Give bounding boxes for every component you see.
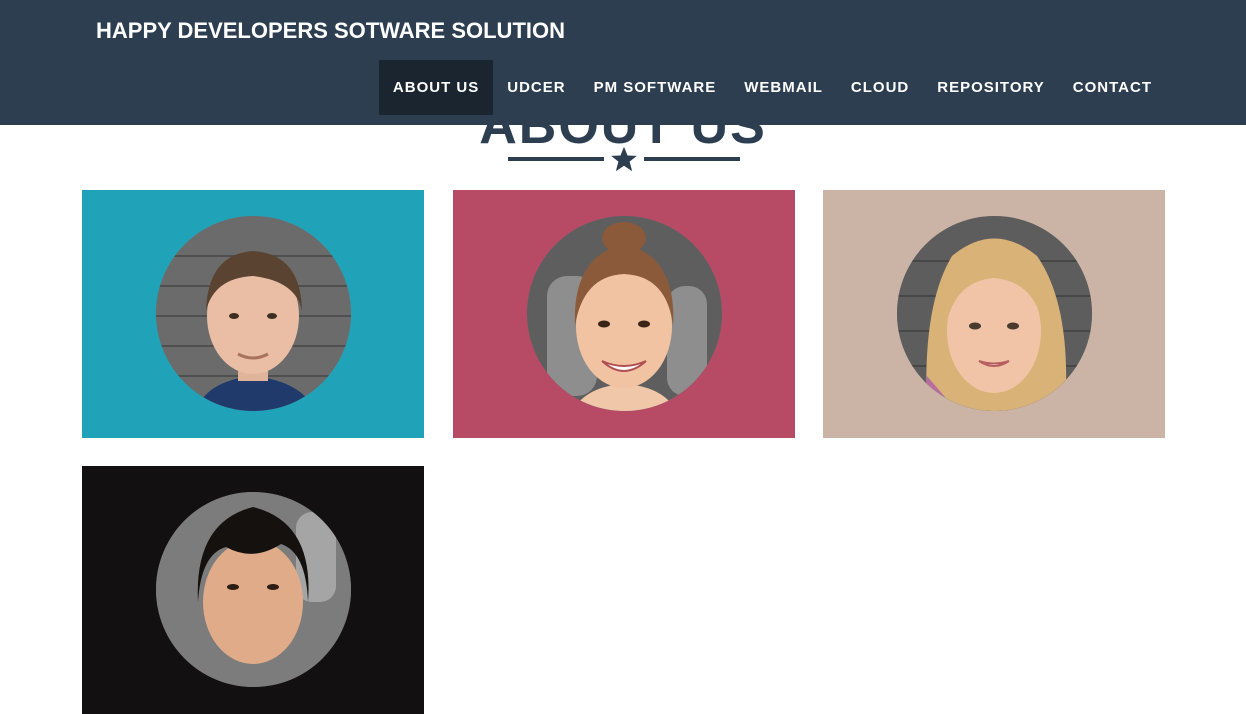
team-member-photo (897, 216, 1092, 411)
team-member-photo (156, 216, 351, 411)
nav-item-contact[interactable]: CONTACT (1059, 60, 1166, 115)
nav-item-repository[interactable]: REPOSITORY (923, 60, 1059, 115)
nav-item-about-us[interactable]: ABOUT US (378, 60, 494, 115)
team-member-photo (527, 216, 722, 411)
nav-item-udcer[interactable]: UDCER (493, 60, 579, 115)
main-nav: ABOUT US UDCER PM SOFTWARE WEBMAIL CLOUD… (378, 60, 1166, 115)
brand-title[interactable]: HAPPY DEVELOPERS SOTWARE SOLUTION (96, 18, 565, 44)
team-card-1[interactable] (82, 190, 424, 438)
team-card-2[interactable] (453, 190, 795, 438)
nav-item-cloud[interactable]: CLOUD (837, 60, 923, 115)
team-card-4[interactable] (82, 466, 424, 714)
divider-line-left (508, 157, 604, 161)
nav-item-pm-software[interactable]: PM SOFTWARE (580, 60, 731, 115)
team-member-photo (156, 492, 351, 687)
nav-item-webmail[interactable]: WEBMAIL (730, 60, 837, 115)
team-card-3[interactable] (823, 190, 1165, 438)
divider-line-right (644, 157, 740, 161)
top-navbar: HAPPY DEVELOPERS SOTWARE SOLUTION ABOUT … (0, 0, 1246, 125)
